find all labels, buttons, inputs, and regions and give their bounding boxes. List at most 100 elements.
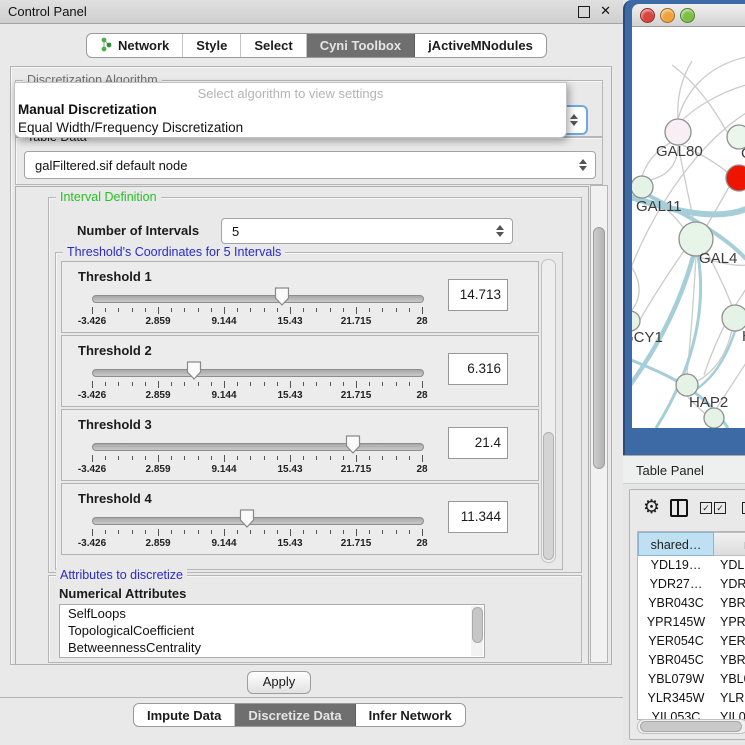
- table-row[interactable]: YLR345WYLR3: [638, 689, 745, 708]
- slider-tick-label: 21.715: [341, 390, 372, 401]
- close-panel-icon[interactable]: ✕: [600, 3, 611, 19]
- scrollbar-thumb[interactable]: [593, 227, 605, 469]
- slider-tick: [92, 307, 93, 314]
- slider-tick: [105, 456, 106, 460]
- slider-tick: [422, 307, 423, 314]
- list-item[interactable]: TopologicalCoefficient: [60, 622, 484, 639]
- threshold-value-field[interactable]: 11.344: [448, 501, 508, 533]
- table-row[interactable]: YDR27…YDR2: [638, 575, 745, 594]
- interval-definition-group: Interval Definition Number of Intervals …: [48, 197, 582, 573]
- algorithm-placeholder-option[interactable]: Select algorithm to view settings: [15, 83, 566, 101]
- slider-tick-label: 28: [416, 538, 427, 549]
- slider-tick: [92, 529, 93, 536]
- slider-track[interactable]: [92, 295, 424, 303]
- checkbox-icon[interactable]: ✓: [700, 502, 712, 514]
- slider-tick: [316, 382, 317, 386]
- tab-infer-network[interactable]: Infer Network: [356, 704, 465, 726]
- table-horizontal-scrollbar[interactable]: [637, 719, 745, 734]
- threshold-value-field[interactable]: 21.4: [448, 427, 508, 459]
- tab-style[interactable]: Style: [183, 34, 241, 57]
- slider-tick: [316, 456, 317, 460]
- slider-tick-label: 21.715: [341, 316, 372, 327]
- slider-tick: [211, 456, 212, 460]
- slider-tick: [356, 455, 357, 462]
- checkbox-icon[interactable]: ✓: [714, 502, 726, 514]
- slider-track[interactable]: [92, 517, 424, 525]
- network-canvas[interactable]: GAL80GACGAL11GAL4GCY1HHAP2: [632, 27, 745, 428]
- slider-thumb[interactable]: [186, 361, 202, 380]
- network-icon: [100, 37, 113, 55]
- slider-tick: [105, 530, 106, 534]
- slider-tick: [422, 381, 423, 388]
- slider-thumb[interactable]: [274, 287, 290, 306]
- slider-tick: [264, 308, 265, 312]
- slider-tick-label: -3.426: [78, 390, 106, 401]
- gear-icon[interactable]: ⚙: [643, 496, 660, 519]
- close-window-icon[interactable]: [640, 8, 655, 23]
- network-node[interactable]: [726, 165, 745, 191]
- table-column-header[interactable]: shared…: [638, 532, 714, 556]
- tab-cyni-toolbox[interactable]: Cyni Toolbox: [307, 34, 415, 57]
- table-row[interactable]: YBL079WYBL0: [638, 670, 745, 689]
- slider-tick: [330, 456, 331, 460]
- threshold-label: Threshold 1: [78, 269, 152, 284]
- numerical-attributes-list[interactable]: SelfLoopsTopologicalCoefficientBetweenne…: [59, 604, 485, 658]
- table-row[interactable]: YER054CYER0: [638, 632, 745, 651]
- panel-title: Control Panel: [8, 4, 87, 19]
- table-column-header[interactable]: na: [714, 532, 745, 556]
- table-row[interactable]: YBR045CYBR0: [638, 651, 745, 670]
- tab-select[interactable]: Select: [241, 34, 306, 57]
- threshold-row: Threshold 1-3.4262.8599.14415.4321.71528…: [61, 261, 539, 333]
- float-panel-icon[interactable]: [578, 6, 590, 18]
- table-row[interactable]: YDL19…YDL1: [638, 556, 745, 575]
- settings-scrollbar[interactable]: [590, 185, 608, 663]
- thresholds-scrollbar[interactable]: [541, 259, 556, 563]
- slider-tick: [184, 308, 185, 312]
- slider-track[interactable]: [92, 443, 424, 451]
- list-item[interactable]: BetweennessCentrality: [60, 639, 484, 656]
- table-header-row: shared…na: [638, 532, 745, 556]
- zoom-window-icon[interactable]: [680, 8, 695, 23]
- slider-tick: [237, 382, 238, 386]
- number-of-intervals-combobox[interactable]: 5: [221, 218, 513, 244]
- network-node[interactable]: [632, 311, 640, 331]
- slider-tick: [171, 382, 172, 386]
- slider-tick: [145, 308, 146, 312]
- slider-tick: [369, 456, 370, 460]
- slider-tick: [250, 308, 251, 312]
- slider-tick: [369, 530, 370, 534]
- slider-thumb[interactable]: [345, 435, 361, 454]
- tab-discretize-data[interactable]: Discretize Data: [235, 704, 355, 726]
- slider-track[interactable]: [92, 369, 424, 377]
- algorithm-option[interactable]: Equal Width/Frequency Discretization: [15, 119, 566, 137]
- threshold-value-field[interactable]: 14.713: [448, 279, 508, 311]
- attributes-scrollbar[interactable]: [471, 606, 483, 656]
- network-node[interactable]: [665, 119, 691, 145]
- table-data-combobox[interactable]: galFiltered.sif default node: [24, 151, 596, 179]
- network-node[interactable]: [704, 408, 724, 428]
- table-row[interactable]: YBR043CYBR0: [638, 594, 745, 613]
- list-item[interactable]: SelfLoops: [60, 605, 484, 622]
- table-row[interactable]: YPR145WYPR1: [638, 613, 745, 632]
- scrollbar-thumb[interactable]: [472, 607, 483, 643]
- slider-thumb[interactable]: [239, 509, 255, 528]
- apply-button[interactable]: Apply: [247, 671, 311, 694]
- tab-impute-data[interactable]: Impute Data: [134, 704, 235, 726]
- slider-tick-label: -3.426: [78, 464, 106, 475]
- scrollbar-thumb[interactable]: [543, 432, 554, 560]
- tab-jactivemnodules[interactable]: jActiveMNodules: [415, 34, 546, 57]
- slider-tick: [224, 529, 225, 536]
- tab-label: Impute Data: [147, 708, 221, 723]
- network-node[interactable]: [632, 176, 653, 198]
- minimize-window-icon[interactable]: [660, 8, 675, 23]
- tab-network[interactable]: Network: [87, 34, 183, 57]
- algorithm-option[interactable]: Manual Discretization: [15, 101, 566, 119]
- network-node[interactable]: [676, 374, 698, 396]
- slider-tick: [132, 530, 133, 534]
- attributes-to-discretize-group: Attributes to discretize Numerical Attri…: [48, 575, 582, 663]
- split-columns-icon[interactable]: [670, 499, 688, 517]
- table-cell: YER054C: [638, 632, 714, 651]
- scrollbar-thumb[interactable]: [640, 721, 742, 732]
- threshold-value-field[interactable]: 6.316: [448, 353, 508, 385]
- slider-tick: [118, 456, 119, 460]
